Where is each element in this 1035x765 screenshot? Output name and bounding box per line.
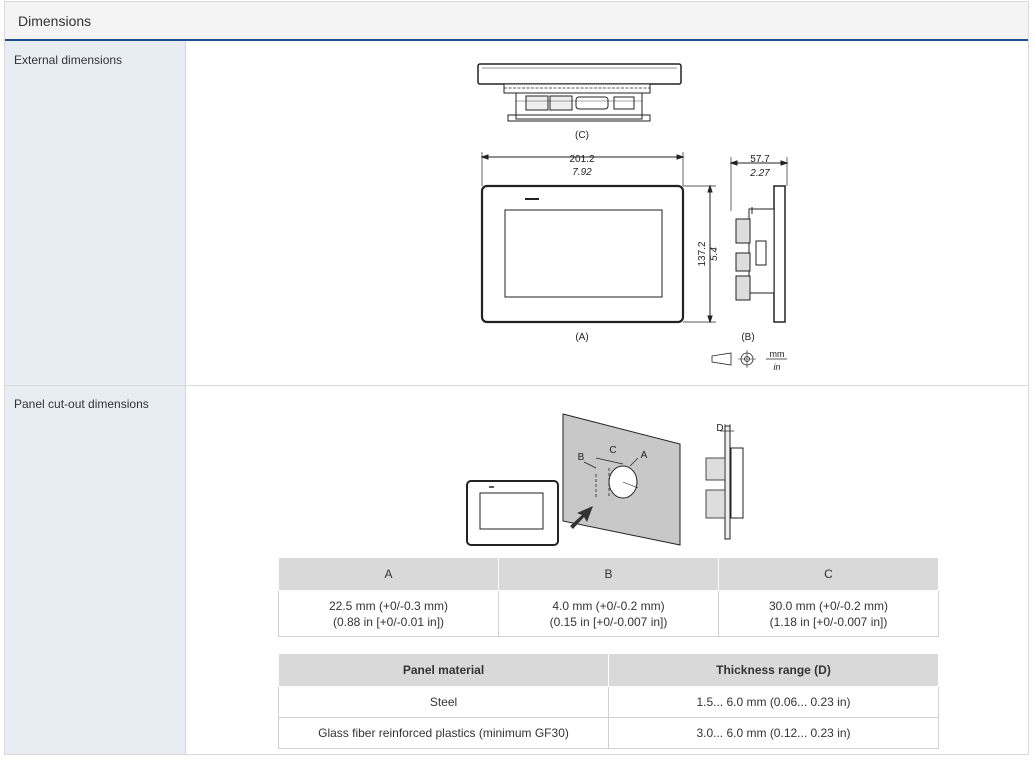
table-row: Glass fiber reinforced plastics (minimum… [278, 717, 939, 749]
column-header-c: C [718, 557, 939, 591]
width-mm-label: 201.2 [569, 154, 594, 165]
view-label-a: (A) [575, 332, 588, 343]
cutout-device-drawing [466, 480, 559, 546]
projection-symbol-icon [711, 350, 756, 368]
section-header: Dimensions [5, 2, 1028, 41]
cutout-label-a: A [641, 450, 648, 461]
section-title: Dimensions [18, 13, 92, 29]
mounting-panel-drawing [562, 413, 681, 546]
column-header-thickness-range: Thickness range (D) [608, 653, 939, 687]
row-label-cell-cutout: Panel cut-out dimensions [5, 386, 186, 754]
depth-in-label: 2.27 [749, 168, 770, 179]
cutout-side-view-drawing [705, 424, 744, 540]
column-header-b: B [498, 557, 719, 591]
cell-value-metric: 30.0 mm (+0/-0.2 mm) [768, 598, 889, 613]
row-label-external-dimensions: External dimensions [14, 53, 123, 67]
cell-value-metric: 4.0 mm (+0/-0.2 mm) [552, 598, 665, 613]
table-row: 22.5 mm (+0/-0.3 mm) (0.88 in [+0/-0.01 … [278, 590, 939, 637]
unit-mm-label: mm [770, 349, 785, 359]
table-cell-b: 4.0 mm (+0/-0.2 mm) (0.15 in [+0/-0.007 … [498, 590, 719, 637]
view-label-c: (C) [575, 130, 589, 141]
table-row: Steel 1.5... 6.0 mm (0.06... 0.23 in) [278, 686, 939, 718]
material-cell: Steel [278, 686, 609, 718]
table-header-row: Panel material Thickness range (D) [278, 653, 939, 687]
cutout-label-c: C [609, 445, 616, 456]
material-cell: Glass fiber reinforced plastics (minimum… [278, 717, 609, 749]
depth-mm-label: 57.7 [750, 154, 770, 165]
cutout-dimensions-table: A B C 22.5 mm (+0/-0.3 mm) (0.88 in [+0/… [278, 557, 939, 637]
cell-value-imperial: (0.15 in [+0/-0.007 in]) [549, 614, 668, 629]
side-view-drawing [735, 185, 786, 323]
column-header-panel-material: Panel material [278, 653, 609, 687]
panel-material-table: Panel material Thickness range (D) Steel… [278, 653, 939, 749]
cutout-label-b: B [578, 452, 585, 463]
table-header-row: A B C [278, 557, 939, 591]
row-label-panel-cutout-dimensions: Panel cut-out dimensions [14, 397, 149, 411]
cell-value-metric: 22.5 mm (+0/-0.3 mm) [328, 598, 449, 613]
height-mm-label: 137.2 [697, 241, 708, 266]
thickness-cell: 1.5... 6.0 mm (0.06... 0.23 in) [608, 686, 939, 718]
cell-value-imperial: (0.88 in [+0/-0.01 in]) [332, 614, 445, 629]
row-label-cell-external: External dimensions [5, 41, 186, 385]
thickness-cell: 3.0... 6.0 mm (0.12... 0.23 in) [608, 717, 939, 749]
unit-in-label: in [773, 362, 780, 372]
panel-cutout-drawing: B C A D [466, 413, 744, 546]
dimensions-panel: Dimensions External dimensions Panel cut… [4, 1, 1029, 755]
column-header-a: A [278, 557, 499, 591]
external-dimensions-drawing: (C) 201.2 7.92 (A) 57.7 2.27 (B) mm in 1… [477, 63, 789, 372]
table-cell-a: 22.5 mm (+0/-0.3 mm) (0.88 in [+0/-0.01 … [278, 590, 499, 637]
top-view-drawing [477, 63, 682, 122]
front-view-drawing [480, 184, 685, 324]
table-cell-c: 30.0 mm (+0/-0.2 mm) (1.18 in [+0/-0.007… [718, 590, 939, 637]
height-in-label: 5.4 [709, 247, 720, 261]
cell-value-imperial: (1.18 in [+0/-0.007 in]) [769, 614, 888, 629]
cutout-label-d: D [716, 423, 723, 434]
width-in-label: 7.92 [572, 167, 592, 178]
view-label-b: (B) [741, 332, 754, 343]
